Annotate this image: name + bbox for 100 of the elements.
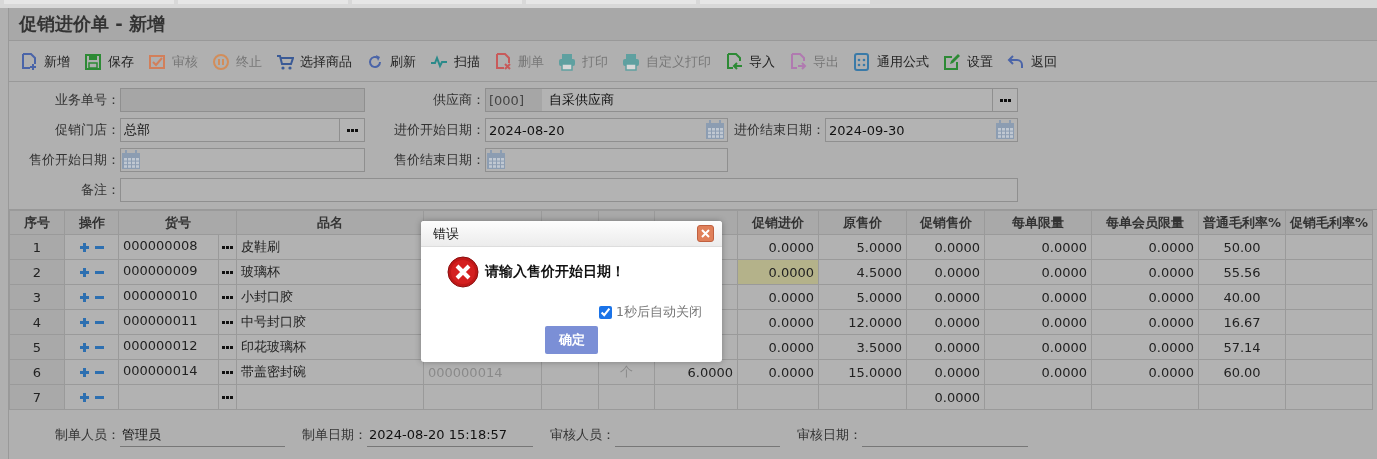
column-header: 每单限量: [984, 210, 1092, 235]
table-cell-text: 000000014: [122, 362, 199, 380]
table-cell: 5: [9, 334, 65, 360]
table-cell: 带盖密封碗: [236, 359, 424, 385]
toolbar-button[interactable]: 设置: [938, 49, 998, 75]
plus-icon[interactable]: [78, 341, 90, 353]
close-button[interactable]: [697, 225, 714, 242]
pencil-icon: [943, 53, 961, 71]
close-icon: [701, 229, 710, 238]
checkbox-label: 1秒后自动关闭: [616, 304, 702, 321]
ellipsis-button[interactable]: [218, 310, 236, 334]
refresh-icon: [366, 53, 384, 71]
date-field[interactable]: [485, 148, 728, 172]
calculator-icon: [853, 53, 871, 71]
table-cell: 5.0000: [818, 284, 907, 310]
date-field[interactable]: 2024-09-30: [825, 118, 1018, 142]
table-cell: 0.0000: [984, 259, 1092, 285]
toolbar-button[interactable]: 刷新: [361, 49, 421, 75]
table-cell: 0.0000: [1091, 309, 1199, 335]
plus-icon[interactable]: [78, 366, 90, 378]
store-field[interactable]: 总部: [120, 118, 365, 142]
ellipsis-button[interactable]: [218, 235, 236, 259]
table-cell: 中号封口胶: [236, 309, 424, 335]
column-header: 操作: [64, 210, 119, 235]
plus-icon[interactable]: [78, 241, 90, 253]
ellipsis-button[interactable]: [218, 285, 236, 309]
table-cell: 1: [9, 234, 65, 260]
table-cell: 0.0000: [1091, 259, 1199, 285]
plus-icon[interactable]: [78, 316, 90, 328]
table-cell: 50.00: [1198, 234, 1286, 260]
toolbar-button[interactable]: 扫描: [425, 49, 485, 75]
table-cell: 0.0000: [906, 259, 985, 285]
toolbar-button[interactable]: 通用公式: [848, 49, 934, 75]
plus-icon[interactable]: [78, 391, 90, 403]
plus-icon[interactable]: [78, 291, 90, 303]
printer-icon: [622, 53, 640, 71]
ellipsis-icon: [999, 98, 1011, 102]
toolbar-button[interactable]: 导入: [720, 49, 780, 75]
table-cell: 0.0000: [737, 309, 819, 335]
toolbar-button[interactable]: 返回: [1002, 49, 1062, 75]
table-cell: 0.0000: [1091, 359, 1199, 385]
calendar-icon: [705, 120, 725, 140]
file-plus-icon: [20, 53, 38, 71]
table-cell: 皮鞋刷: [236, 234, 424, 260]
column-header: 促销售价: [906, 210, 985, 235]
toolbar-button[interactable]: 选择商品: [271, 49, 357, 75]
table-cell: 55.56: [1198, 259, 1286, 285]
ellipsis-button[interactable]: [218, 335, 236, 359]
column-header: 促销进价: [737, 210, 819, 235]
table-cell-text: 000000010: [122, 287, 199, 305]
table-cell: 0.0000: [984, 284, 1092, 310]
field-label: 供应商：: [432, 91, 485, 109]
file-arrow-icon: [725, 53, 743, 71]
pulse-icon: [430, 53, 448, 71]
column-header: 促销毛利率%: [1285, 210, 1373, 235]
ellipsis-button[interactable]: [218, 385, 236, 409]
table-cell: 0.0000: [906, 384, 985, 410]
table-cell: 0.0000: [906, 334, 985, 360]
ellipsis-button[interactable]: [218, 260, 236, 284]
column-header: 原售价: [818, 210, 907, 235]
field-label: 制单人员：: [54, 426, 120, 444]
table-cell: 0.0000: [737, 234, 819, 260]
field-label: 进价结束日期：: [733, 121, 825, 139]
ellipsis-button[interactable]: [218, 360, 236, 384]
table-cell: 7: [9, 384, 65, 410]
field-label: 审核日期：: [796, 426, 862, 444]
table-cell: 0.0000: [737, 334, 819, 360]
toolbar-button[interactable]: 保存: [79, 49, 139, 75]
supplier-field[interactable]: [000] 自采供应商: [485, 88, 1018, 112]
number-field[interactable]: [120, 88, 365, 112]
field-label: 售价开始日期：: [28, 151, 120, 169]
table-cell: 5.0000: [818, 234, 907, 260]
note-field[interactable]: [120, 178, 1018, 202]
table-cell: 小封口胶: [236, 284, 424, 310]
toolbar-button[interactable]: 新增: [15, 49, 75, 75]
table-cell: 0.0000: [984, 359, 1092, 385]
column-header: 序号: [9, 210, 65, 235]
calendar-icon: [995, 120, 1015, 140]
table-cell: 3: [9, 284, 65, 310]
date-field[interactable]: 2024-08-20: [485, 118, 728, 142]
back-arrow-icon: [1007, 53, 1025, 71]
table-cell: 0.0000: [906, 359, 985, 385]
page-title: 促销进价单 - 新增: [17, 12, 165, 36]
ellipsis-icon: [222, 320, 233, 324]
table-cell: 0.0000: [906, 309, 985, 335]
table-cell[interactable]: 0.0000: [737, 259, 819, 285]
table-cell: 0.0000: [1091, 334, 1199, 360]
table-cell: 60.00: [1198, 359, 1286, 385]
save-icon: [84, 53, 102, 71]
ellipsis-icon: [222, 295, 233, 299]
date-field[interactable]: [120, 148, 365, 172]
plus-icon[interactable]: [78, 266, 90, 278]
fill-in-line: 2024-08-20 15:18:57: [367, 424, 533, 447]
table-cell-text: 000000008: [122, 237, 199, 255]
auto-close-checkbox[interactable]: [599, 306, 613, 319]
cart-icon: [276, 53, 294, 71]
table-cell: 15.0000: [818, 359, 907, 385]
table-cell: 0.0000: [737, 359, 819, 385]
field-label: 制单日期：: [301, 426, 367, 444]
table-cell: 4.5000: [818, 259, 907, 285]
